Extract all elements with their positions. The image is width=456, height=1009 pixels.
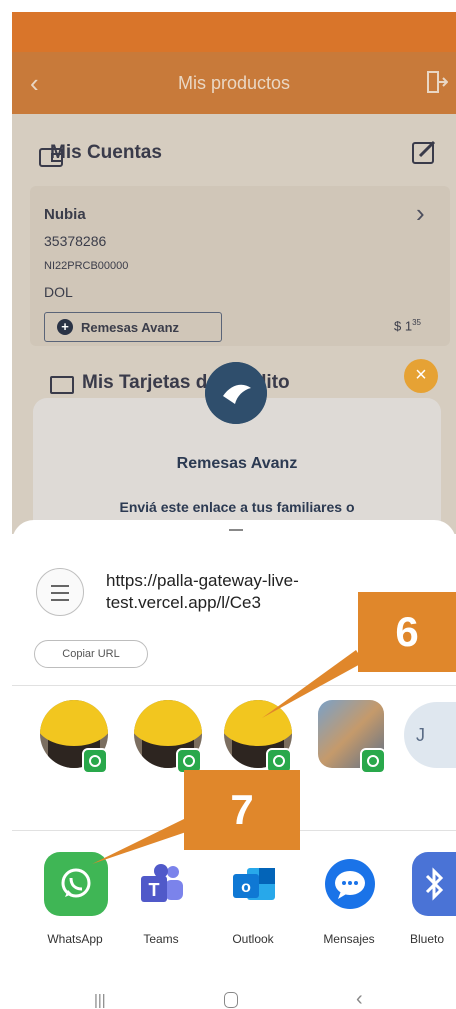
callout-arrows — [92, 650, 364, 864]
callout-step-7: 7 — [184, 770, 300, 850]
callout-step-6: 6 — [358, 592, 456, 672]
